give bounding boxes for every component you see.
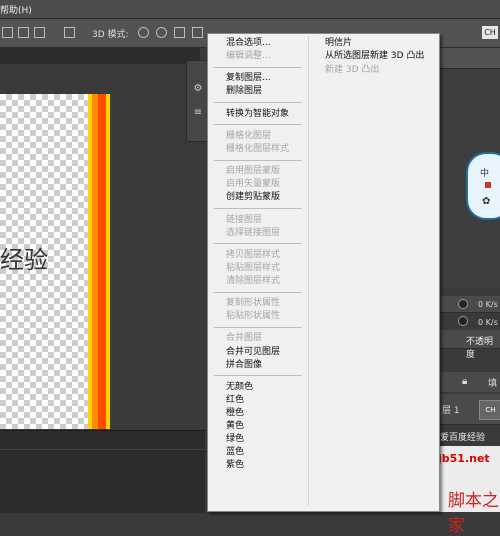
align-right-icon[interactable]	[34, 27, 45, 38]
menu-item[interactable]: 黄色	[226, 419, 244, 433]
menu-item: 合并图层	[226, 333, 263, 344]
speed-icon-2	[458, 316, 468, 326]
history-icon[interactable]: ⚙	[192, 83, 204, 95]
menu-item[interactable]: 明信片	[325, 36, 352, 50]
menu-item: 链接图层	[226, 214, 263, 225]
fill-label[interactable]: 填	[488, 376, 497, 389]
menu-item[interactable]: 蓝色	[226, 445, 244, 459]
timeline-panel	[0, 430, 205, 513]
menu-item[interactable]: 混合选项...	[226, 36, 271, 50]
opacity-label[interactable]: 不透明度	[466, 334, 500, 360]
align-left-icon[interactable]	[2, 27, 13, 38]
canvas-text: 经验	[0, 246, 48, 274]
menu-separator	[214, 124, 302, 126]
menu-item: 复制形状属性	[226, 298, 281, 309]
badge-graphic: 中 ✿	[466, 152, 500, 220]
right-panel-header	[440, 48, 500, 69]
layer-name: 层 1	[442, 406, 460, 416]
menu-item[interactable]: 复制图层...	[226, 71, 271, 85]
menu-item: 启用矢量蒙版	[226, 179, 281, 190]
menu-item: 栅格化图层样式	[226, 143, 290, 154]
workspace-badge[interactable]: CH	[482, 26, 498, 39]
adjust-icon[interactable]: ≡	[192, 107, 204, 119]
menu-item: 编辑调整...	[226, 51, 271, 62]
menu-separator	[214, 326, 302, 328]
menu-separator	[214, 243, 302, 245]
align-center-icon[interactable]	[18, 27, 29, 38]
menu-separator	[214, 66, 302, 68]
menu-separator	[214, 291, 302, 293]
menu-item[interactable]: 拼合图像	[226, 358, 262, 372]
menu-item[interactable]: 橙色	[226, 406, 244, 420]
menu-item: 粘贴形状属性	[226, 311, 281, 322]
context-menu-divider	[308, 36, 309, 506]
menu-item[interactable]: 删除图层	[226, 84, 262, 98]
lock-icon[interactable]: 🔒︎	[462, 376, 467, 387]
baidu-text: 爱百度经验	[440, 433, 486, 443]
roll-3d-icon[interactable]	[156, 27, 167, 38]
menu-item: 清除图层样式	[226, 275, 281, 286]
watermark-brand: 脚本之家	[448, 491, 499, 536]
menu-item: 启用图层蒙版	[226, 166, 281, 177]
menu-item[interactable]: 转换为智能对象	[226, 107, 289, 121]
menu-item: 栅格化图层	[226, 130, 272, 141]
menu-item[interactable]: 创建剪贴蒙版	[226, 190, 280, 204]
layer-thumbnail: CH	[479, 400, 500, 420]
stripe-red	[98, 94, 106, 429]
menu-separator	[214, 102, 302, 103]
speed-value-1: 0 K/s	[478, 300, 498, 309]
mode-3d-label: 3D 模式:	[92, 30, 129, 40]
menu-item[interactable]: 从所选图层新建 3D 凸出	[325, 49, 424, 63]
menu-item: 选择链接图层	[226, 227, 281, 238]
layer-row[interactable]: 层 1 CH	[440, 394, 500, 425]
watermark-site: jb51.net	[438, 452, 490, 465]
slide-3d-icon[interactable]	[192, 27, 203, 38]
menu-item[interactable]: 红色	[226, 393, 244, 407]
badge-diamond-icon	[485, 182, 491, 188]
menu-help[interactable]: 帮助(H)	[0, 3, 32, 16]
menu-bar: 帮助(H)	[0, 0, 500, 19]
badge-gear-icon: ✿	[482, 196, 491, 207]
menu-item: 新建 3D 凸出	[325, 64, 380, 75]
distribute-icon[interactable]	[64, 27, 75, 38]
menu-item[interactable]: 绿色	[226, 432, 244, 446]
stripe-yellow-2	[106, 94, 110, 429]
menu-separator	[214, 207, 302, 209]
menu-item: 拷贝图层样式	[226, 249, 281, 260]
speed-value-2: 0 K/s	[478, 318, 498, 327]
menu-separator	[214, 159, 302, 161]
rotate-3d-icon[interactable]	[138, 27, 149, 38]
menu-item: 粘贴图层样式	[226, 262, 281, 273]
menu-item[interactable]: 无颜色	[226, 380, 253, 394]
menu-item[interactable]: 紫色	[226, 458, 244, 472]
speed-icon	[458, 299, 468, 309]
layer-context-menu: 混合选项... 编辑调整... 复制图层... 删除图层转换为智能对象 栅格化图层栅格化…	[207, 33, 440, 512]
document-tab[interactable]	[0, 48, 200, 64]
menu-separator	[214, 375, 302, 377]
pan-3d-icon[interactable]	[174, 27, 185, 38]
menu-item[interactable]: 合并可见图层	[226, 345, 280, 359]
